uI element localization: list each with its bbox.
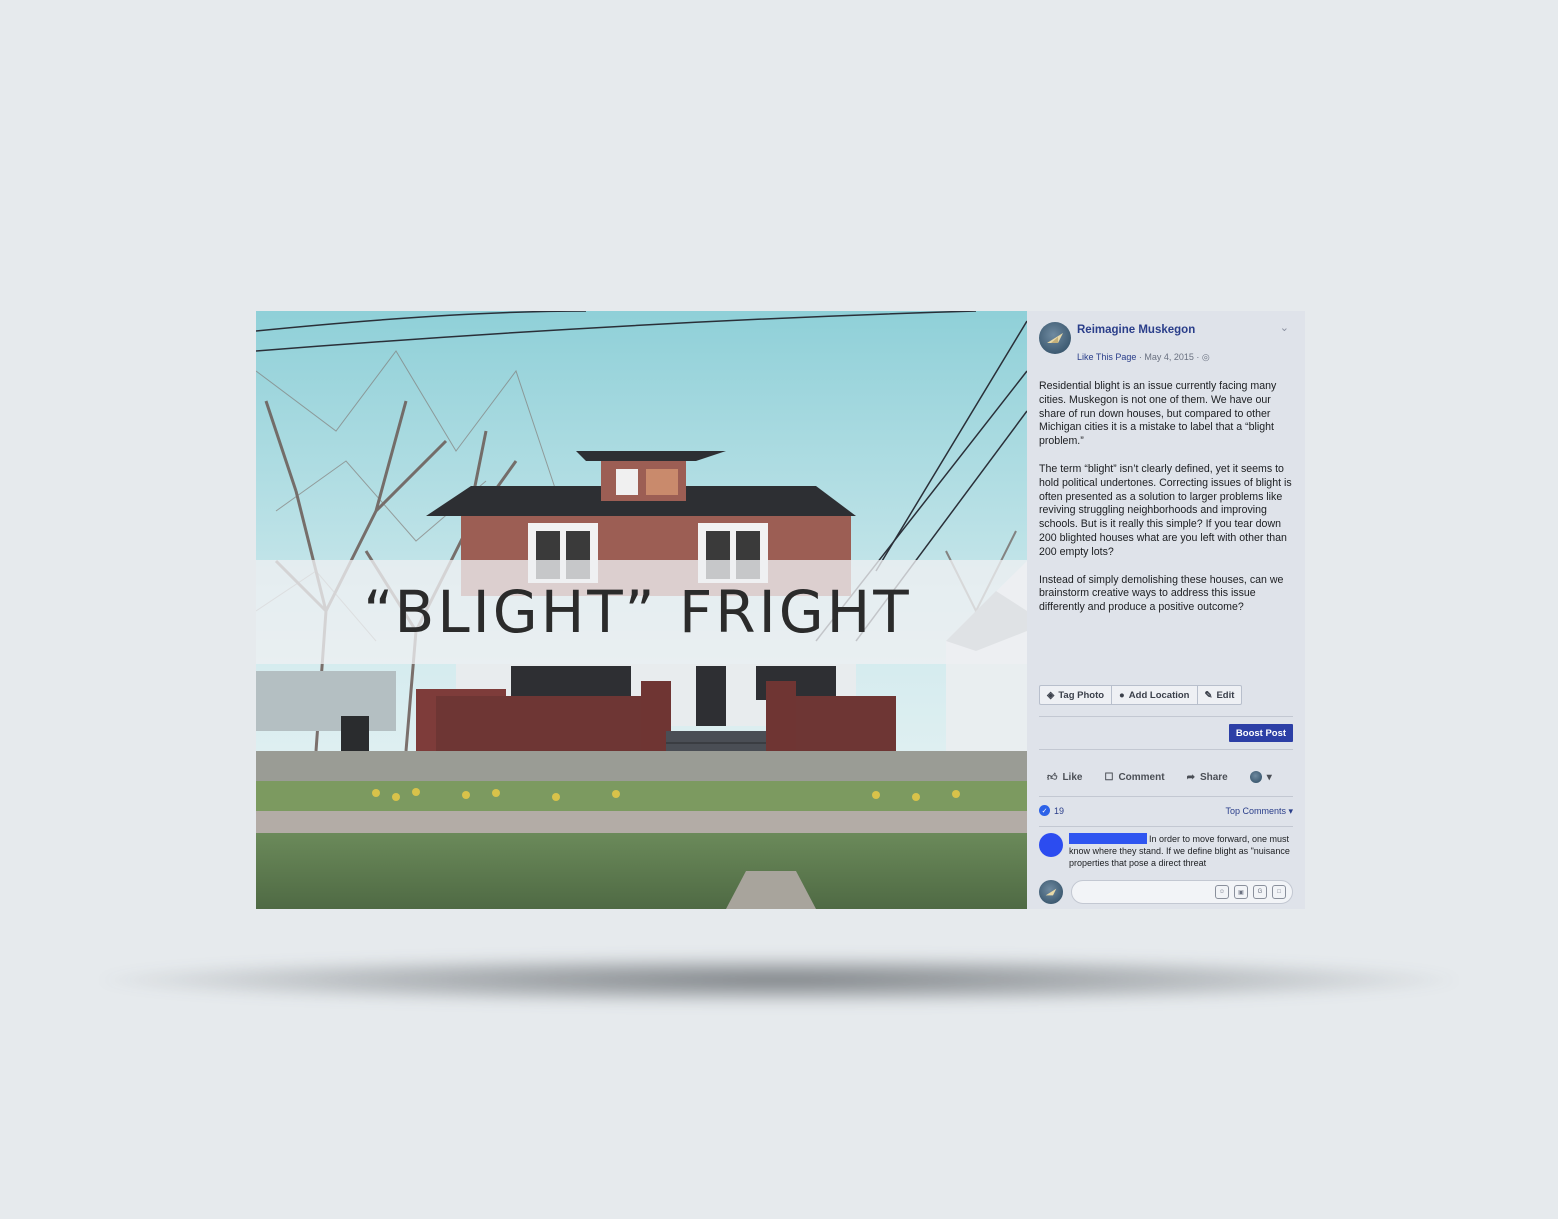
comment-icon: ☐ [1104,771,1114,783]
like-count: 19 [1054,805,1065,816]
divider [1039,796,1293,797]
comment-text: In order to move forward, one must know … [1069,834,1290,868]
floor-shadow [100,955,1458,1005]
post-date[interactable]: · May 4, 2015 · [1136,352,1202,362]
thumbs-up-icon: 👍︎ [1047,772,1058,783]
like-summary[interactable]: ✓ 19 [1039,805,1064,816]
emoji-icon[interactable]: ☺ [1215,885,1229,899]
share-label: Share [1199,771,1228,783]
camera-icon[interactable]: ▣ [1234,885,1248,899]
post-photo[interactable]: “BLIGHT” FRIGHT [256,311,1027,909]
title-banner: “BLIGHT” FRIGHT [256,560,1027,664]
edit-button[interactable]: ✎ Edit [1198,686,1242,704]
post-paragraph: Instead of simply demolishing these hous… [1039,573,1284,614]
top-comments-dropdown[interactable]: Top Comments ▾ [1225,806,1293,817]
compose-avatar [1039,880,1063,904]
location-pin-icon: ● [1119,689,1125,701]
post-panel: Reimagine Muskegon ⌄ Like This Page · Ma… [1027,311,1305,909]
page-name-link[interactable]: Reimagine Muskegon [1077,324,1195,336]
divider [1039,716,1293,717]
post-card: “BLIGHT” FRIGHT Reimagine Muskegon ⌄ Lik… [256,311,1305,909]
caret-down-icon: ▾ [1266,771,1272,783]
edit-label: Edit [1216,689,1235,701]
add-location-button[interactable]: ● Add Location [1112,686,1198,704]
page-avatar[interactable] [1039,322,1071,354]
audience-avatar-icon [1249,771,1262,783]
bird-logo-icon [1047,333,1063,343]
like-button[interactable]: 👍︎ Like [1047,771,1083,784]
like-reaction-icon: ✓ [1039,805,1050,816]
tag-photo-button[interactable]: ◈ Tag Photo [1040,686,1113,704]
post-paragraph: Residential blight is an issue currently… [1039,380,1277,448]
post-paragraph: The term “blight” isn’t clearly defined,… [1039,462,1292,558]
post-meta: Like This Page · May 4, 2015 · ◎ [1077,352,1210,363]
comment-input[interactable]: ☺ ▣ G □ [1071,880,1293,904]
tag-photo-label: Tag Photo [1058,689,1105,701]
bird-logo-icon [1045,888,1057,896]
divider [1039,749,1293,750]
audience-selector[interactable]: ▾ [1249,771,1272,783]
like-page-link[interactable]: Like This Page [1077,352,1136,362]
gif-icon[interactable]: G [1253,885,1267,899]
photo-actions: ◈ Tag Photo ● Add Location ✎ Edit [1039,685,1243,705]
pencil-icon: ✎ [1204,689,1213,701]
add-location-label: Add Location [1128,689,1190,701]
composer-icons: ☺ ▣ G □ [1215,885,1286,899]
comment-label: Comment [1118,771,1165,783]
post-body: Residential blight is an issue currently… [1039,380,1297,629]
comment-button[interactable]: ☐ Comment [1104,771,1164,783]
divider [1039,826,1293,827]
share-icon: ➦ [1186,771,1195,783]
banner-title: “BLIGHT” FRIGHT [363,578,912,646]
boost-post-button[interactable]: Boost Post [1229,724,1293,742]
sticker-icon[interactable]: □ [1272,885,1286,899]
reaction-bar: 👍︎ Like ☐ Comment ➦ Share ▾ [1047,771,1272,783]
commenter-avatar[interactable] [1039,833,1063,857]
like-label: Like [1062,771,1083,783]
chevron-down-icon[interactable]: ⌄ [1280,321,1289,334]
tag-icon: ◈ [1047,689,1055,701]
share-button[interactable]: ➦ Share [1187,771,1228,783]
globe-icon: ◎ [1201,352,1210,362]
